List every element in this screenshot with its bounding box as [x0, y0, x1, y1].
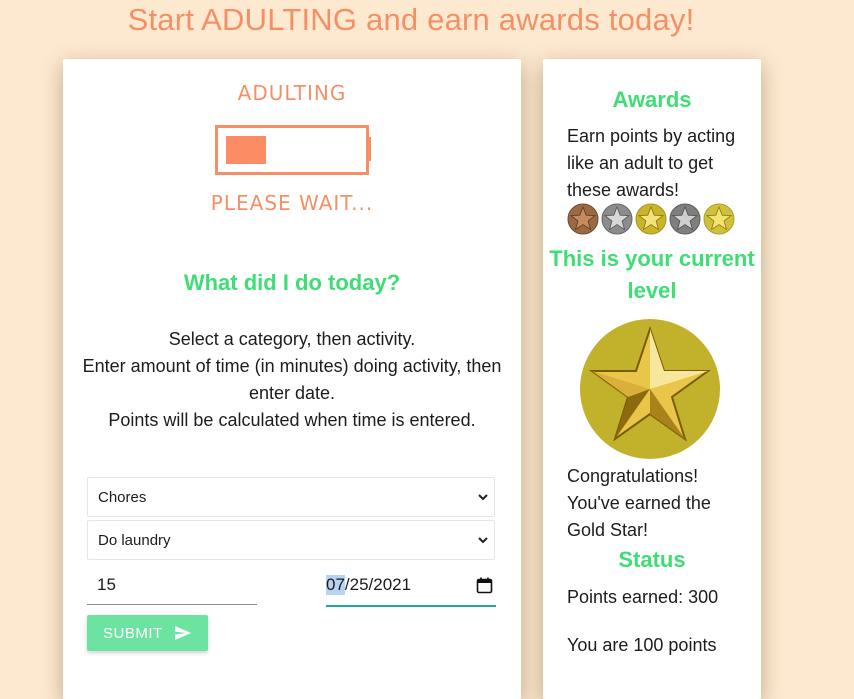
battery-fill [226, 136, 266, 164]
battery-tip [366, 137, 371, 161]
bronze-star-icon [567, 203, 599, 235]
points-remaining-text: You are 100 points [567, 635, 717, 655]
send-icon [175, 626, 191, 640]
status-heading: Status [618, 547, 686, 572]
gold-star-level-icon [580, 319, 720, 459]
date-input[interactable]: 07/25/2021 [326, 565, 496, 607]
activity-select-value: Do laundry [98, 531, 171, 549]
congrats-text: Congratulations! You've earned the Gold … [567, 466, 711, 540]
calendar-icon[interactable] [476, 577, 493, 594]
submit-button[interactable]: SUBMIT [87, 615, 208, 651]
chevron-down-icon [478, 494, 488, 501]
points-earned-text: Points earned: 300 [567, 587, 719, 607]
gold-star-icon [635, 203, 667, 235]
form-heading: What did I do today? [183, 270, 401, 295]
instructions: Select a category, then activity. Enter … [75, 326, 509, 434]
activity-select[interactable]: Do laundry [87, 520, 495, 560]
gold-star-icon [703, 203, 735, 235]
instruction-line: Points will be calculated when time is e… [108, 410, 476, 430]
category-select[interactable]: Chores [87, 477, 495, 517]
instruction-line: Enter amount of time (in minutes) doing … [82, 356, 502, 403]
progress-battery-icon [215, 125, 369, 175]
instruction-line: Select a category, then activity. [168, 329, 416, 349]
silver-star-icon [601, 203, 633, 235]
please-wait-text: PLEASE WAIT... [210, 191, 374, 215]
activity-card: ADULTING PLEASE WAIT... What did I do to… [63, 59, 521, 699]
awards-description: Earn points by acting like an adult to g… [567, 126, 736, 200]
level-heading: This is your current level [549, 246, 755, 303]
category-select-value: Chores [98, 488, 147, 506]
awards-card: Awards Earn points by acting like an adu… [543, 59, 761, 699]
page-title: Start ADULTING and earn awards today! [127, 2, 695, 37]
medal-row [567, 203, 737, 235]
time-input-value: 15 [97, 574, 116, 594]
silver-star-icon [669, 203, 701, 235]
date-month-segment[interactable]: 07 [326, 575, 345, 595]
awards-heading: Awards [612, 87, 692, 112]
date-rest-segment: /25/2021 [344, 575, 412, 594]
submit-label: SUBMIT [103, 624, 163, 642]
chevron-down-icon [478, 537, 488, 544]
time-minutes-input[interactable]: 15 [87, 565, 257, 605]
adulting-logo-text: ADULTING [237, 81, 347, 105]
